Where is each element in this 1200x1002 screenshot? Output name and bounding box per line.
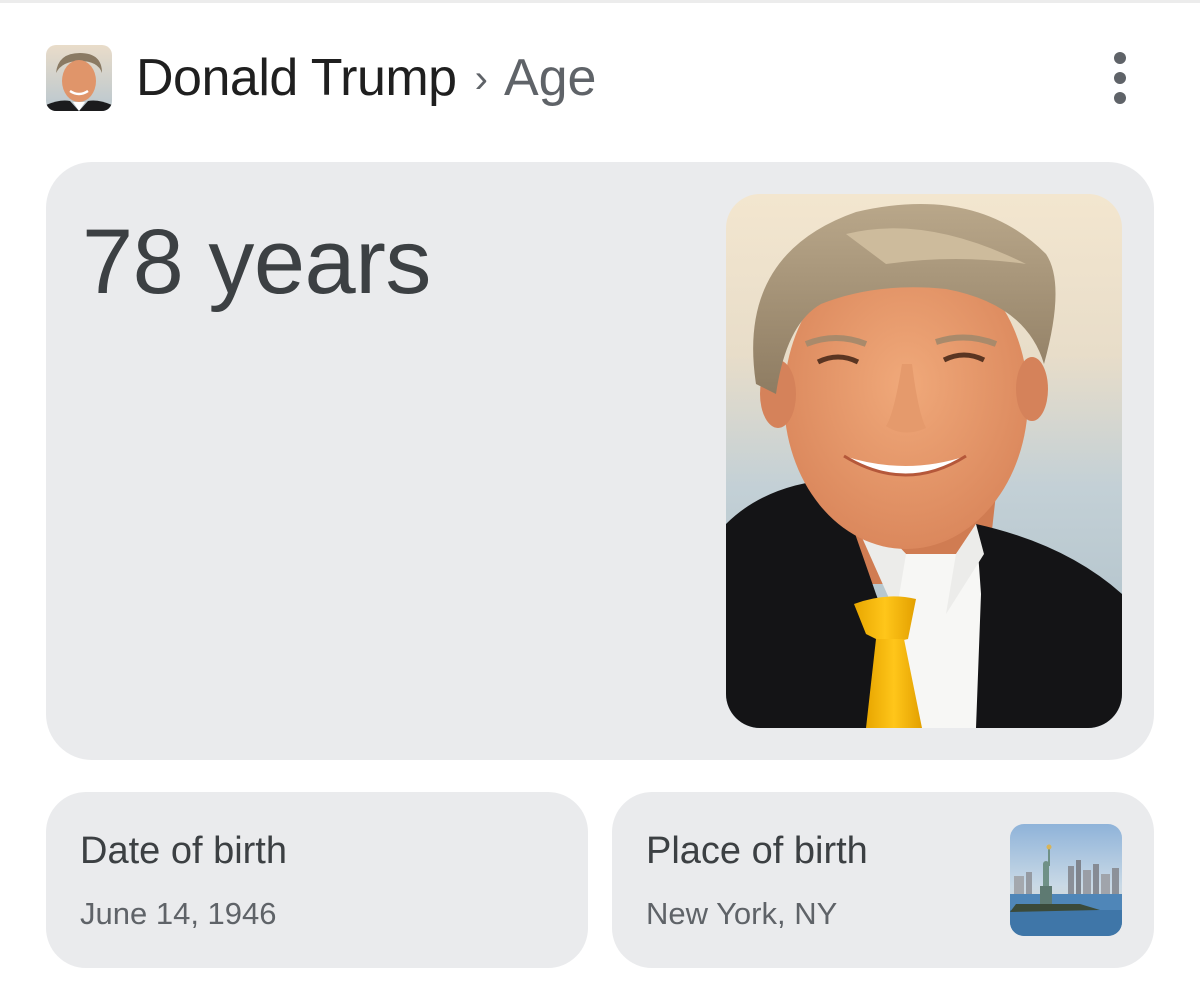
date-of-birth-label: Date of birth	[80, 830, 287, 872]
date-of-birth-card[interactable]: Date of birth June 14, 1946	[46, 792, 588, 968]
breadcrumb-entity[interactable]: Donald Trump	[136, 52, 457, 104]
age-answer: 78 years	[82, 211, 431, 313]
statue-of-liberty-thumbnail-icon	[1010, 824, 1122, 936]
top-divider	[0, 0, 1200, 3]
place-of-birth-label: Place of birth	[646, 830, 868, 872]
breadcrumb-separator: ›	[474, 57, 488, 101]
place-of-birth-card[interactable]: Place of birth New York, NY	[612, 792, 1154, 968]
panel-header: Donald Trump › Age	[46, 42, 1166, 114]
answer-card: 78 years	[46, 162, 1154, 760]
person-portrait-thumbnail-icon	[46, 45, 112, 111]
breadcrumb: Donald Trump › Age	[136, 52, 596, 104]
more-vert-icon-dot	[1114, 72, 1126, 84]
entity-portrait[interactable]	[726, 194, 1122, 728]
person-portrait-photo-icon	[726, 194, 1122, 728]
more-options-button[interactable]	[1108, 52, 1132, 104]
place-of-birth-value: New York, NY	[646, 896, 838, 931]
place-of-birth-thumbnail	[1010, 824, 1122, 936]
date-of-birth-value: June 14, 1946	[80, 896, 277, 931]
more-vert-icon-dot	[1114, 92, 1126, 104]
knowledge-panel-page: Donald Trump › Age 78 years Date of birt…	[0, 0, 1200, 1002]
more-vert-icon	[1114, 52, 1126, 64]
breadcrumb-attribute: Age	[503, 49, 597, 107]
entity-avatar[interactable]	[46, 45, 112, 111]
